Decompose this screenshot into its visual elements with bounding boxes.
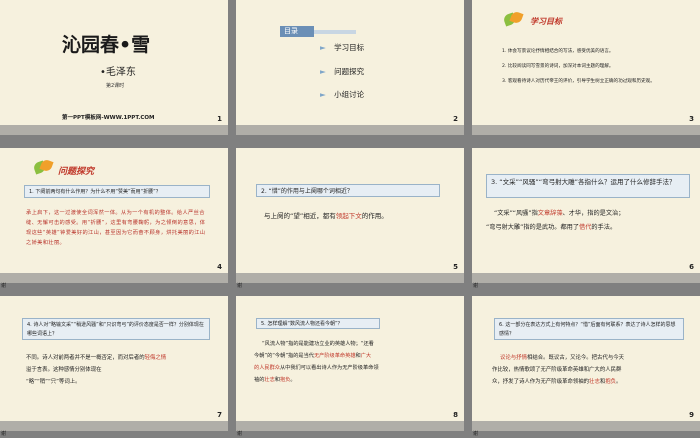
slide-thumbnail-4[interactable]: 问题探究 1. 下阕前两句有什么作用？为什么不用“赞美”而用“折腰”？ 承上启下… [0,148,228,283]
menu-item-3[interactable]: ► 小组讨论 [320,89,364,100]
slide-number: 5 [453,263,458,271]
slide-number: 4 [217,263,222,271]
gap-label: 谢 [237,431,243,437]
menu-item-2[interactable]: ► 问题探究 [320,66,364,77]
slide-footer [472,125,700,135]
slide-number: 6 [689,263,694,271]
slide-footer [0,421,228,431]
slide-thumbnail-5[interactable]: 2. “惜”的作用与上阕哪个词相近？ 与上阕的“望”相近，都有领起下文的作用。 … [236,148,464,283]
leaf-logo-icon [502,10,524,27]
brand-text: 第一PPT模板网-WWW.1PPT.COM [62,115,155,121]
goal-2: 2. 比较阅读同写雪景的诗词，加深对本词主题的理解。 [502,64,614,69]
menu-bar [314,30,356,34]
slide-footer [0,273,228,283]
menu-item-1[interactable]: ► 学习目标 [320,42,364,53]
slide-title: 沁园春•雪 [62,34,151,56]
question-box: 1. 下阕前两句有什么作用？为什么不用“赞美”而用“折腰”？ [24,185,210,198]
gap-label: 谢 [237,283,243,289]
section-heading: 学习目标 [530,16,562,26]
slide-thumbnail-7[interactable]: 4. 诗人对“略输文采”“稍逊风骚”和“只识弯弓”的评价态度是否一样？分别体现在… [0,296,228,431]
gap-label: 谢 [473,431,479,437]
question-box: 3. “文采”“风骚”“弯弓射大雕”各指什么？运用了什么修辞手法？ [486,174,690,198]
slide-thumbnail-9[interactable]: 6. 这一部分在表达方式上有何特点？“惜”后面有何联系？表达了诗人怎样的思想感情… [472,296,700,431]
question-box: 5. 怎样理解“数风流人物还看今朝”？ [256,318,380,329]
arrow-icon: ► [320,43,326,52]
question-box: 6. 这一部分在表达方式上有何特点？“惜”后面有何联系？表达了诗人怎样的思想感情… [494,318,684,340]
slide-footer [236,273,464,283]
highlight-text: 领起下文 [335,212,362,220]
answer-line-1: “风流人物”指的是能建功立业的英雄人物；“还看 [262,341,374,347]
slide-thumbnail-3[interactable]: 学习目标 1. 体会写景议论抒情相结合的写法，感受优美的语言。 2. 比较阅读同… [472,0,700,135]
arrow-icon: ► [320,67,326,76]
slide-footer [472,273,700,283]
answer-line-4: 袖的壮志和抱负。 [254,377,296,383]
answer-line-2: 作比较，热情歌颂了无产阶级革命英雄和广大的人民群 [492,367,622,373]
slide-number: 1 [217,115,222,123]
answer-line-1: 不同。诗人对前两者并不是一概否定，而对后者的轻侮之情 [26,355,167,361]
slide-number: 3 [689,115,694,123]
slide-number: 9 [689,411,694,419]
slide-number: 2 [453,115,458,123]
answer-line-1: 议论与抒情相结合。既议古，又论今。把古代与今天 [500,355,625,361]
slide-footer [236,125,464,135]
gap-label: 谢 [1,431,7,437]
answer-line-3: “略”“稍”“只”等词上。 [26,379,81,385]
author: •毛泽东 [100,67,136,78]
arrow-icon: ► [320,90,326,99]
answer-text: 与上阕的“望”相近，都有领起下文的作用。 [264,212,388,220]
answer-text: 承上启下，这一过渡使全词浑然一体。从为一个有机的整体。给人严丝合缝、无懈可击的感… [26,210,206,246]
answer-line-1: “文采”“风骚”指文章辞藻、才华，指的是文治； [494,210,625,217]
answer-line-3: 的人民群众从中我们可以看出诗人作为无产阶级革命领 [254,365,379,371]
slide-footer [0,125,228,135]
gap-label: 谢 [1,283,7,289]
answer-line-2: 溢于言表。这种感情分别体现在 [26,367,102,373]
slide-thumbnail-8[interactable]: 5. 怎样理解“数风流人物还看今朝”？ “风流人物”指的是能建功立业的英雄人物；… [236,296,464,431]
goal-3: 3. 客观看待诗人对历代帝王的评价，引导学生树立正确的功过观和历史观。 [502,79,655,84]
answer-line-3: 众，抒发了诗人作为无产阶级革命领袖的壮志和抱负。 [492,379,622,385]
question-box: 4. 诗人对“略输文采”“稍逊风骚”和“只识弯弓”的评价态度是否一样？分别体现在… [22,318,210,340]
slide-thumbnail-1[interactable]: 沁园春•雪 •毛泽东 第2课时 第一PPT模板网-WWW.1PPT.COM 1 [0,0,228,135]
subtitle: 第2课时 [106,83,125,89]
answer-line-2: 今朝”的“今朝”指的是当代无产阶级革命英雄和广大 [254,353,372,359]
slide-thumbnail-6[interactable]: 3. “文采”“风骚”“弯弓射大雕”各指什么？运用了什么修辞手法？ “文采”“风… [472,148,700,283]
slide-footer [236,421,464,431]
slide-number: 7 [217,411,222,419]
answer-line-2: “弯弓射大雕”指的是武功。都用了借代的手法。 [486,224,617,231]
leaf-logo-icon [32,158,54,175]
gap-label: 谢 [473,283,479,289]
question-box: 2. “惜”的作用与上阕哪个词相近？ [256,184,440,197]
slide-thumbnail-2[interactable]: 目录 ► 学习目标 ► 问题探究 ► 小组讨论 2 [236,0,464,135]
section-heading: 问题探究 [58,167,95,177]
menu-label: 目录 [280,26,314,37]
slide-number: 8 [453,411,458,419]
goal-1: 1. 体会写景议论抒情相结合的写法，感受优美的语言。 [502,49,614,54]
slide-footer [472,421,700,431]
